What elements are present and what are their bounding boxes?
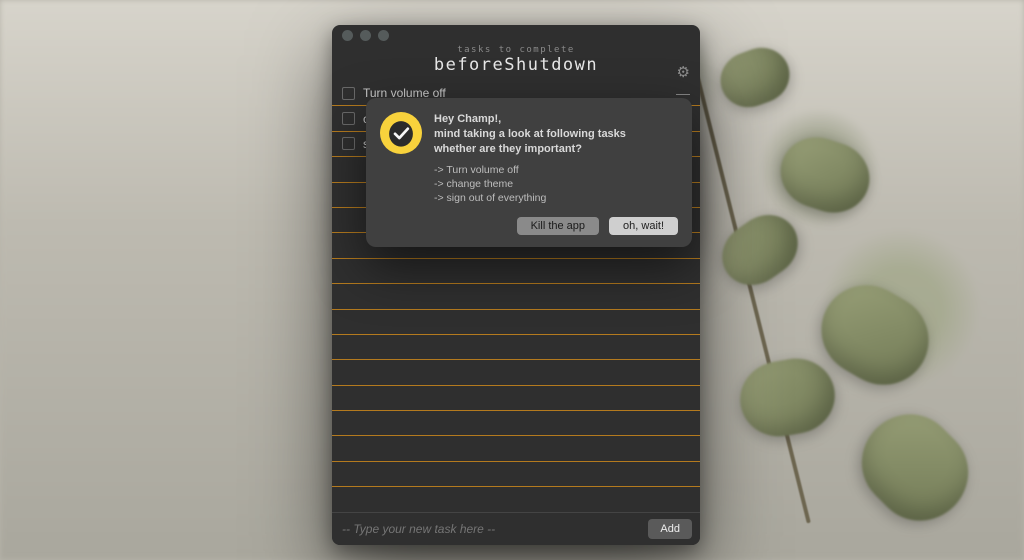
window-titlebar[interactable] (332, 25, 700, 45)
task-row[interactable] (332, 436, 700, 461)
close-icon[interactable] (342, 30, 353, 41)
new-task-bar: Add (332, 512, 700, 545)
app-badge-icon (380, 112, 422, 154)
task-row[interactable] (332, 284, 700, 309)
dialog-task-item: -> change theme (434, 177, 626, 191)
task-row[interactable] (332, 360, 700, 385)
add-button[interactable]: Add (648, 519, 692, 539)
dialog-task-item: -> Turn volume off (434, 163, 626, 177)
task-checkbox[interactable] (342, 112, 355, 125)
dialog-message: Hey Champ!, mind taking a look at follow… (434, 112, 626, 205)
dialog-task-item: -> sign out of everything (434, 191, 626, 205)
task-row[interactable] (332, 310, 700, 335)
task-row[interactable] (332, 386, 700, 411)
header-subtitle: tasks to complete (372, 45, 660, 55)
minimize-icon[interactable] (360, 30, 371, 41)
zoom-icon[interactable] (378, 30, 389, 41)
wait-button[interactable]: oh, wait! (609, 217, 678, 235)
task-row[interactable] (332, 411, 700, 436)
dialog-greeting: Hey Champ!, (434, 113, 501, 125)
task-row[interactable] (332, 335, 700, 360)
task-row[interactable] (332, 462, 700, 487)
app-header: tasks to complete beforeShutdown ⚙ (332, 45, 700, 81)
dialog-task-list: -> Turn volume off-> change theme-> sign… (434, 163, 626, 206)
header-title: beforeShutdown (372, 55, 660, 75)
task-checkbox[interactable] (342, 87, 355, 100)
task-row[interactable] (332, 487, 700, 512)
dialog-line2: whether are they important? (434, 143, 582, 155)
confirm-dialog: Hey Champ!, mind taking a look at follow… (366, 98, 692, 247)
task-checkbox[interactable] (342, 137, 355, 150)
kill-app-button[interactable]: Kill the app (517, 217, 599, 235)
task-row[interactable] (332, 259, 700, 284)
dialog-line1: mind taking a look at following tasks (434, 128, 626, 140)
new-task-input[interactable] (340, 521, 640, 537)
gear-icon[interactable]: ⚙ (677, 63, 690, 81)
